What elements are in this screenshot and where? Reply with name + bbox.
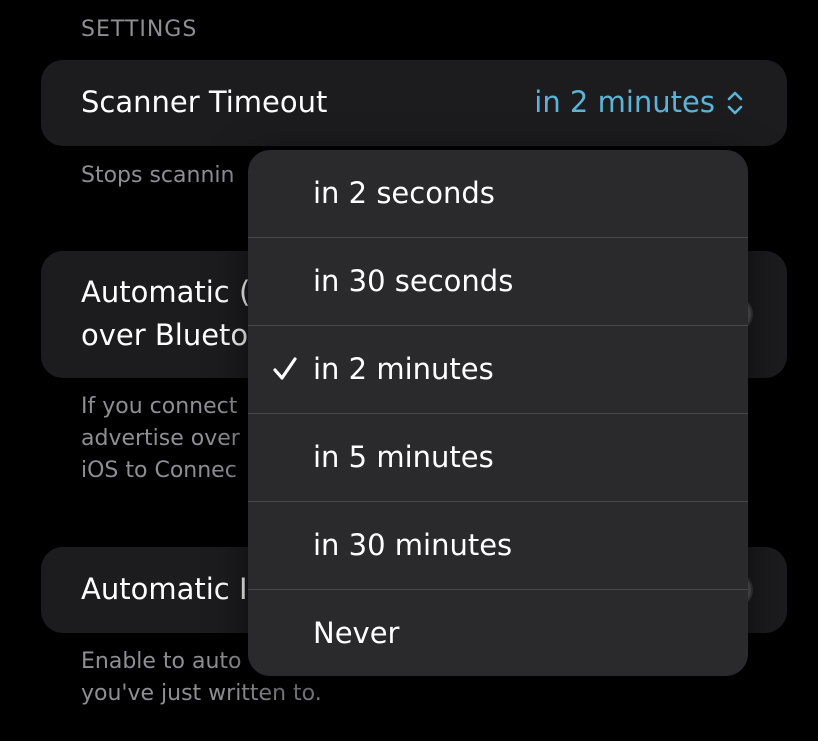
menu-item-2-minutes[interactable]: in 2 minutes [248, 326, 748, 414]
scanner-timeout-picker[interactable]: in 2 minutes [534, 81, 745, 124]
menu-item-label: in 2 seconds [313, 176, 495, 210]
menu-item-label: in 30 seconds [313, 264, 514, 298]
scanner-timeout-value: in 2 minutes [534, 85, 715, 119]
menu-item-label: Never [313, 616, 400, 650]
scanner-timeout-row[interactable]: Scanner Timeout in 2 minutes [41, 60, 787, 146]
section-header: SETTINGS [81, 17, 198, 42]
automatic-row-label: Automatic I [81, 572, 248, 606]
scanner-timeout-label: Scanner Timeout [81, 85, 328, 119]
menu-item-label: in 5 minutes [313, 440, 494, 474]
menu-item-30-seconds[interactable]: in 30 seconds [248, 238, 748, 326]
menu-item-label: in 30 minutes [313, 528, 513, 562]
menu-item-never[interactable]: Never [248, 590, 748, 676]
menu-item-30-minutes[interactable]: in 30 minutes [248, 502, 748, 590]
menu-item-5-minutes[interactable]: in 5 minutes [248, 414, 748, 502]
timeout-dropdown-menu: in 2 seconds in 30 seconds in 2 minutes … [248, 150, 748, 676]
checkmark-icon [273, 357, 297, 380]
chevron-up-down-icon [727, 91, 743, 114]
menu-item-label: in 2 minutes [313, 352, 494, 386]
menu-item-2-seconds[interactable]: in 2 seconds [248, 150, 748, 238]
